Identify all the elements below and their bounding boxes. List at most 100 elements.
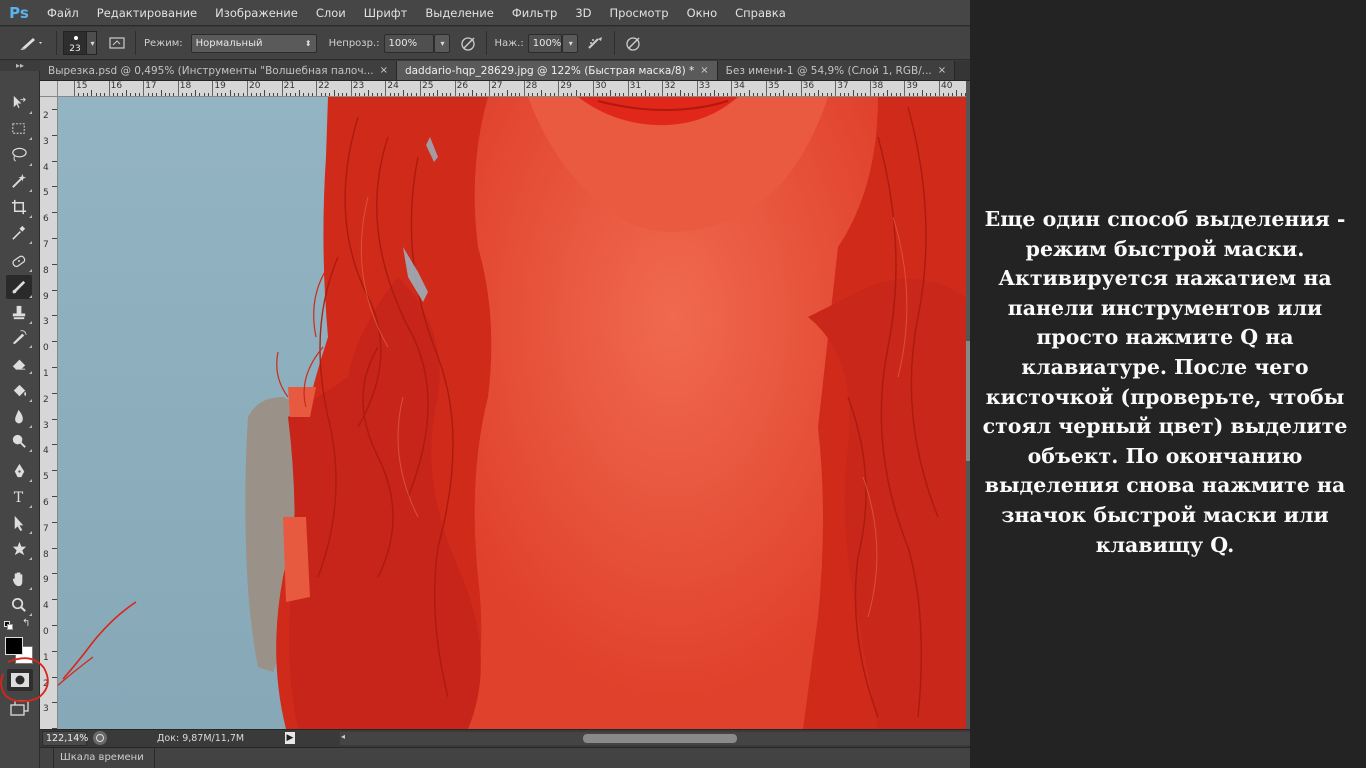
menu-item[interactable]: Редактирование bbox=[88, 0, 206, 26]
ruler-tick-label: 2 bbox=[43, 678, 49, 689]
document-tab[interactable]: Без имени-1 @ 54,9% (Слой 1, RGB/... × bbox=[717, 61, 956, 80]
opacity-label: Непрозр.: bbox=[328, 37, 380, 49]
brush-tool[interactable] bbox=[6, 275, 32, 299]
airbrush-icon[interactable] bbox=[584, 31, 608, 55]
menu-item[interactable]: Файл bbox=[38, 0, 88, 26]
document-tab-label: daddario-hqp_28629.jpg @ 122% (Быстрая м… bbox=[404, 64, 695, 77]
quick-mask-button[interactable] bbox=[7, 669, 33, 691]
type-icon: T bbox=[14, 490, 24, 506]
document-tab[interactable]: daddario-hqp_28629.jpg @ 122% (Быстрая м… bbox=[396, 61, 718, 80]
ruler-tick-label: 0 bbox=[43, 343, 49, 354]
timeline-tab[interactable]: Шкала времени bbox=[60, 748, 155, 768]
eraser-icon bbox=[12, 359, 26, 370]
hand-tool[interactable] bbox=[6, 567, 32, 591]
horizontal-ruler[interactable]: 15 16 17 18 19 20 21 22 23 24 25 26 27 28 29 30 31 32 33 34… bbox=[58, 81, 966, 97]
opacity-field[interactable]: 100% bbox=[383, 33, 434, 53]
ruler-tick-label: 26 bbox=[456, 81, 469, 91]
menu-item[interactable]: Справка bbox=[726, 0, 795, 26]
healing-brush-tool[interactable] bbox=[6, 249, 32, 273]
crop-icon bbox=[11, 199, 27, 215]
quick-mask-icon bbox=[11, 673, 29, 687]
photo-with-quick-mask bbox=[58, 97, 966, 729]
brush-size-picker[interactable]: 23 ▾ bbox=[63, 31, 97, 55]
ruler-tick-label: 8 bbox=[43, 265, 49, 276]
menu-item[interactable]: Выделение bbox=[416, 0, 503, 26]
share-icon[interactable] bbox=[93, 731, 107, 745]
toolbar-collapse-icon[interactable]: ▸▸ bbox=[0, 61, 40, 71]
move-tool[interactable] bbox=[6, 91, 32, 115]
flow-field[interactable]: 100% bbox=[527, 33, 562, 53]
eraser-tool[interactable] bbox=[6, 351, 32, 375]
document-tab-label: Вырезка.psd @ 0,495% (Инструменты "Волше… bbox=[48, 64, 374, 77]
ruler-origin[interactable] bbox=[40, 81, 58, 97]
vertical-ruler[interactable]: 2345678930123456789401234 bbox=[40, 81, 58, 729]
eyedropper-tool[interactable] bbox=[6, 221, 32, 245]
ruler-tick-label: 1 bbox=[43, 369, 49, 379]
custom-shape-tool[interactable] bbox=[6, 537, 32, 561]
ruler-tick-label: 5 bbox=[43, 472, 49, 483]
document-canvas[interactable] bbox=[58, 97, 966, 729]
path-selection-tool[interactable] bbox=[6, 511, 32, 535]
brush-panel-toggle-icon[interactable] bbox=[105, 31, 129, 55]
lasso-tool[interactable] bbox=[6, 143, 32, 167]
swap-colors-icon[interactable]: ↰ bbox=[22, 618, 30, 629]
ruler-tick-label: 1 bbox=[43, 652, 49, 663]
pen-tool[interactable] bbox=[6, 459, 32, 483]
pressure-opacity-icon[interactable] bbox=[456, 31, 480, 55]
flow-label: Наж.: bbox=[494, 37, 524, 49]
mode-select[interactable]: Нормальный ⬍ bbox=[190, 33, 317, 53]
mode-value: Нормальный bbox=[195, 37, 263, 49]
ruler-tick-label: 31 bbox=[629, 81, 642, 91]
close-tab-icon[interactable]: × bbox=[938, 65, 946, 76]
menu-bar: Ps Файл Редактирование Изображение Слои Шриф… bbox=[0, 0, 970, 26]
vertical-scrollbar[interactable] bbox=[966, 81, 970, 729]
zoom-level-field[interactable]: 122,14% bbox=[42, 730, 88, 746]
close-tab-icon[interactable]: × bbox=[380, 65, 388, 76]
marquee-tool[interactable] bbox=[6, 117, 32, 141]
scroll-left-icon[interactable]: ◂ bbox=[341, 732, 345, 741]
flow-dropdown-button[interactable]: ▾ bbox=[561, 33, 578, 53]
timeline-panel: Шкала времени bbox=[40, 747, 970, 768]
default-colors-icon[interactable] bbox=[4, 621, 14, 631]
paint-bucket-tool[interactable] bbox=[6, 379, 32, 403]
close-tab-icon[interactable]: × bbox=[700, 65, 708, 76]
ruler-tick-label: 32 bbox=[664, 81, 676, 91]
status-menu-arrow-icon[interactable]: ▶ bbox=[285, 732, 295, 744]
document-tabs-bar: Вырезка.psd @ 0,495% (Инструменты "Волше… bbox=[40, 61, 970, 81]
ruler-tick-label: 16 bbox=[110, 81, 123, 91]
paint-bucket-icon bbox=[13, 384, 27, 397]
document-tab[interactable]: Вырезка.psd @ 0,495% (Инструменты "Волше… bbox=[40, 61, 397, 80]
screen-mode-icon bbox=[10, 700, 29, 716]
ruler-tick-label: 9 bbox=[43, 291, 49, 302]
crop-tool[interactable] bbox=[6, 195, 32, 219]
menu-item[interactable]: Слои bbox=[307, 0, 355, 26]
clone-stamp-icon bbox=[12, 305, 26, 320]
dodge-tool[interactable] bbox=[6, 429, 32, 453]
ruler-tick-label: 6 bbox=[43, 214, 49, 225]
history-brush-tool[interactable] bbox=[6, 325, 32, 349]
menu-item[interactable]: 3D bbox=[566, 0, 600, 26]
screen-mode-button[interactable] bbox=[7, 697, 33, 719]
blur-tool[interactable] bbox=[6, 405, 32, 429]
brush-preset-icon[interactable] bbox=[14, 31, 50, 55]
zoom-tool[interactable] bbox=[6, 593, 32, 617]
ruler-tick-label: 3 bbox=[43, 704, 49, 715]
type-tool[interactable]: T bbox=[6, 485, 32, 509]
ruler-tick-label: 15 bbox=[76, 81, 88, 91]
menu-item[interactable]: Шрифт bbox=[355, 0, 417, 26]
clone-stamp-tool[interactable] bbox=[6, 301, 32, 325]
magic-wand-tool[interactable] bbox=[6, 169, 32, 193]
menu-item[interactable]: Фильтр bbox=[503, 0, 567, 26]
ruler-tick-label: 3 bbox=[43, 420, 49, 431]
path-selection-icon bbox=[14, 515, 24, 532]
foreground-color-swatch[interactable] bbox=[5, 637, 23, 655]
photoshop-logo: Ps bbox=[9, 3, 29, 22]
pressure-size-icon[interactable] bbox=[621, 31, 645, 55]
menu-item[interactable]: Окно bbox=[678, 0, 727, 26]
menu-item[interactable]: Просмотр bbox=[601, 0, 678, 26]
opacity-dropdown-button[interactable]: ▾ bbox=[433, 33, 450, 53]
ruler-tick-label: 29 bbox=[560, 81, 572, 91]
horizontal-scrollbar[interactable]: ◂ ▸ bbox=[340, 732, 970, 745]
document-tab-label: Без имени-1 @ 54,9% (Слой 1, RGB/... bbox=[725, 64, 932, 77]
menu-item[interactable]: Изображение bbox=[206, 0, 307, 26]
